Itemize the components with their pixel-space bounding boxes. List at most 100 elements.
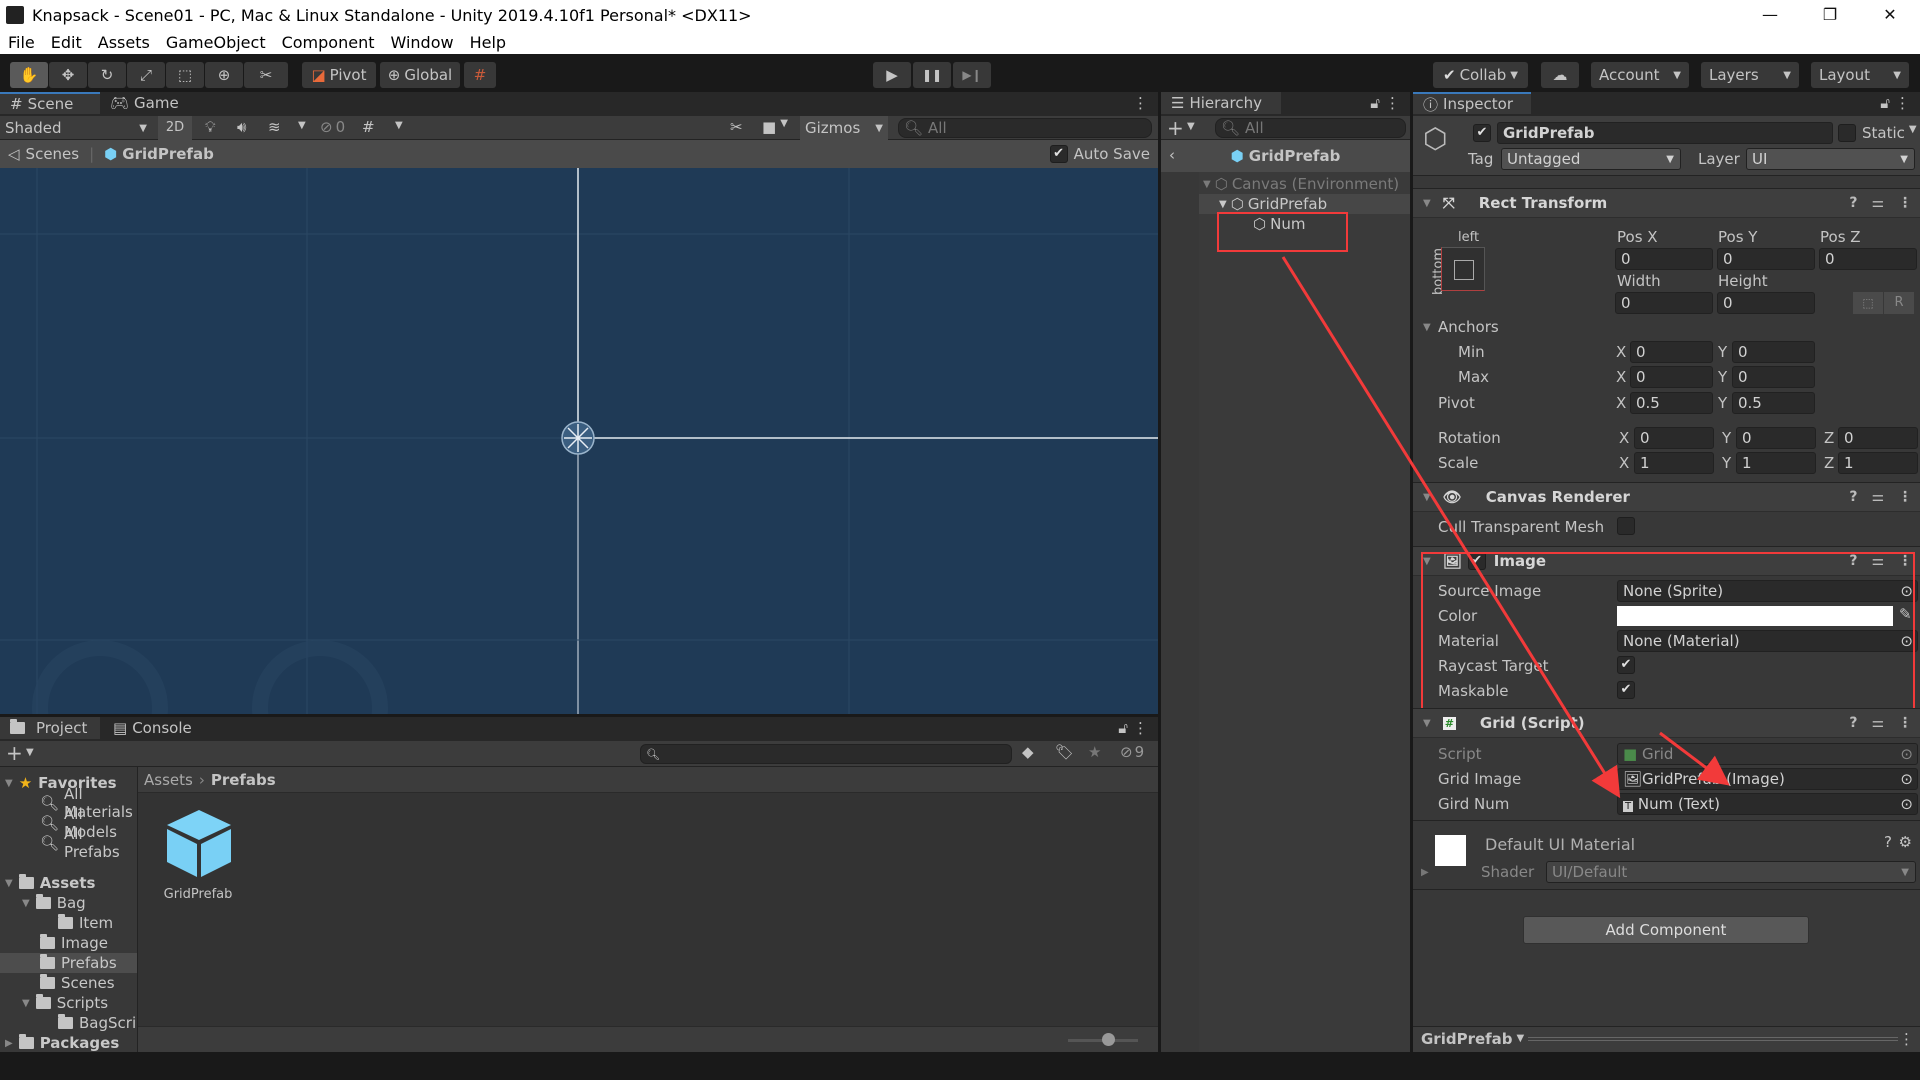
expand-arrow-icon[interactable]: ▶ [5, 1038, 13, 1049]
maximize-button[interactable]: ❐ [1800, 0, 1860, 30]
more-options-icon[interactable]: ⋮ [1385, 94, 1400, 112]
expand-arrow-icon[interactable]: ▼ [1203, 179, 1211, 190]
grid-toggle-icon[interactable]: # [362, 118, 375, 136]
menu-file[interactable]: File [0, 33, 43, 52]
collapse-arrow-icon[interactable]: ▼ [1423, 198, 1431, 209]
rotation-z-input[interactable]: 0 [1838, 427, 1918, 449]
project-search-input[interactable]: 🔍︎ [640, 744, 1012, 764]
folder-item[interactable]: Item [58, 913, 113, 933]
presets-icon[interactable]: ⚌ [1871, 195, 1884, 211]
play-button[interactable]: ▶ [873, 62, 911, 88]
favorite-item[interactable]: 🔍︎ All Prefabs [40, 825, 137, 861]
hierarchy-item-canvas[interactable]: ▼ ⬡ Canvas (Environment) [1203, 174, 1399, 194]
filter-by-label-icon[interactable]: 🏷︎ [1055, 743, 1074, 761]
cloud-button[interactable]: ☁ [1541, 62, 1579, 88]
object-picker-icon[interactable]: ⊙ [1900, 770, 1913, 788]
active-checkbox[interactable]: ✔ [1473, 124, 1491, 142]
more-options-icon[interactable]: ⋮ [1898, 195, 1912, 211]
folder-packages[interactable]: ▶ Packages [5, 1033, 119, 1052]
settings-gear-icon[interactable]: ⚙ [1899, 833, 1912, 851]
camera-dropdown[interactable]: ■ ▼ [762, 118, 788, 136]
close-button[interactable]: ✕ [1860, 0, 1920, 30]
scene-search-input[interactable]: 🔍︎ All [898, 118, 1152, 138]
folder-scripts[interactable]: ▼ Scripts [22, 993, 108, 1013]
tab-hierarchy[interactable]: ☰ Hierarchy [1161, 92, 1281, 114]
create-plus-icon[interactable]: + [1167, 116, 1184, 140]
step-button[interactable]: ▶❙ [953, 62, 991, 88]
custom-tool-button[interactable]: ✂ [244, 62, 288, 88]
transform-tool-button[interactable]: ⊕ [205, 62, 243, 88]
minimize-button[interactable]: — [1740, 0, 1800, 30]
pos-y-input[interactable]: 0 [1717, 248, 1815, 270]
layers-dropdown[interactable]: Layers ▼ [1701, 62, 1799, 88]
menu-assets[interactable]: Assets [90, 33, 158, 52]
lighting-toggle-icon[interactable]: 💡︎ [205, 118, 216, 136]
expand-arrow-icon[interactable]: ▶ [1421, 867, 1429, 878]
folder-scenes[interactable]: Scenes [40, 973, 115, 993]
tab-game[interactable]: 🎮︎ Game [100, 92, 180, 114]
gizmos-dropdown[interactable]: Gizmos ▼ [800, 116, 888, 140]
height-input[interactable]: 0 [1717, 292, 1815, 314]
scene-viewport[interactable] [0, 168, 1158, 714]
shading-mode-dropdown[interactable]: Shaded ▼ [5, 118, 147, 138]
hand-tool-button[interactable]: ✋ [10, 62, 48, 88]
preview-object-dropdown[interactable]: GridPrefab ▼ [1421, 1030, 1524, 1048]
scale-y-input[interactable]: 1 [1736, 452, 1816, 474]
expand-arrow-icon[interactable]: ▼ [1219, 199, 1227, 210]
hierarchy-search-input[interactable]: 🔍︎ All [1215, 118, 1406, 138]
collapse-arrow-icon[interactable]: ▼ [1423, 322, 1431, 333]
pivot-y-input[interactable]: 0.5 [1732, 392, 1815, 414]
rotation-x-input[interactable]: 0 [1634, 427, 1714, 449]
chevron-down-icon[interactable]: ▼ [26, 747, 34, 758]
gameobject-cube-icon[interactable]: ⬡ [1423, 122, 1447, 155]
more-options-icon[interactable]: ⋮ [1898, 715, 1912, 731]
breadcrumb-scenes[interactable]: Scenes [26, 145, 80, 163]
expand-arrow-icon[interactable]: ▼ [22, 898, 30, 909]
menu-edit[interactable]: Edit [43, 33, 90, 52]
back-arrow-icon[interactable]: ‹ [1169, 146, 1175, 164]
anchor-presets-button[interactable] [1441, 247, 1485, 291]
rect-transform-header[interactable]: ▼ ⤧ Rect Transform ? ⚌ ⋮ [1413, 188, 1920, 218]
object-name-input[interactable]: GridPrefab [1497, 122, 1833, 144]
lock-icon[interactable]: 🔓︎ [1370, 94, 1380, 112]
static-dropdown[interactable]: Static ▼ [1862, 124, 1917, 142]
tools-icon[interactable]: ✂ [730, 118, 743, 136]
object-picker-icon[interactable]: ⊙ [1900, 795, 1913, 813]
more-options-icon[interactable]: ⋮ [1133, 94, 1148, 112]
collapse-arrow-icon[interactable]: ▼ [1423, 718, 1431, 729]
help-icon[interactable]: ? [1849, 489, 1857, 505]
effects-toggle-icon[interactable]: ≋ [268, 118, 281, 136]
auto-save-toggle[interactable]: ✔ Auto Save [1049, 145, 1150, 163]
more-options-icon[interactable]: ⋮ [1899, 1030, 1914, 1048]
anchor-max-y-input[interactable]: 0 [1732, 366, 1815, 388]
chevron-down-icon[interactable]: ▼ [1187, 121, 1195, 132]
folder-bag[interactable]: ▼ Bag [22, 893, 86, 913]
chevron-down-icon[interactable]: ▼ [395, 120, 403, 131]
raw-edit-button[interactable]: R [1884, 292, 1914, 314]
folder-image[interactable]: Image [40, 933, 108, 953]
breadcrumb-prefabs[interactable]: Prefabs [211, 771, 276, 789]
pivot-x-input[interactable]: 0.5 [1630, 392, 1713, 414]
anchor-max-x-input[interactable]: 0 [1630, 366, 1713, 388]
add-component-button[interactable]: Add Component [1523, 916, 1809, 944]
hidden-objects-toggle[interactable]: ⊘ 0 [320, 118, 345, 136]
help-icon[interactable]: ? [1849, 715, 1857, 731]
menu-window[interactable]: Window [382, 33, 461, 52]
layout-dropdown[interactable]: Layout ▼ [1811, 62, 1909, 88]
global-toggle[interactable]: ⊕ Global [380, 62, 460, 88]
tab-project[interactable]: Project [0, 717, 100, 739]
pos-z-input[interactable]: 0 [1819, 248, 1917, 270]
expand-arrow-icon[interactable]: ▼ [5, 778, 13, 789]
help-icon[interactable]: ? [1884, 833, 1892, 851]
pause-button[interactable]: ❚❚ [913, 62, 951, 88]
width-input[interactable]: 0 [1615, 292, 1713, 314]
asset-tile-gridprefab[interactable]: GridPrefab [158, 807, 238, 907]
menu-component[interactable]: Component [274, 33, 383, 52]
anchor-min-y-input[interactable]: 0 [1732, 341, 1815, 363]
audio-toggle-icon[interactable]: 🔊︎ [237, 118, 246, 136]
canvas-renderer-header[interactable]: ▼ 👁︎ Canvas Renderer ? ⚌ ⋮ [1413, 482, 1920, 512]
lock-icon[interactable]: 🔓︎ [1118, 719, 1128, 737]
account-dropdown[interactable]: Account ▼ [1591, 62, 1689, 88]
scale-tool-button[interactable]: ⤢ [127, 62, 165, 88]
rect-tool-button[interactable]: ⬚ [166, 62, 204, 88]
